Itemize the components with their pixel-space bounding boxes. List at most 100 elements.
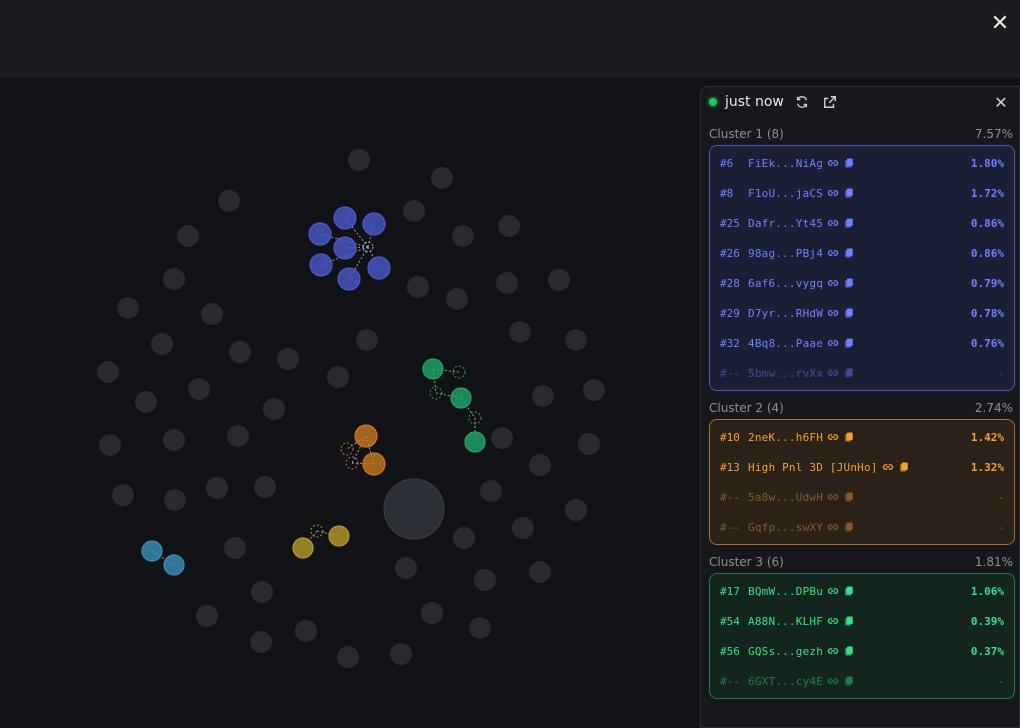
holder-bubble[interactable] xyxy=(512,517,534,539)
holder-bubble[interactable] xyxy=(163,268,185,290)
holder-bubble[interactable] xyxy=(99,434,121,456)
cluster-header[interactable]: Cluster 2 (4) 2.74% xyxy=(709,397,1015,419)
holder-bubble[interactable] xyxy=(251,581,273,603)
link-icon[interactable] xyxy=(827,431,839,443)
holder-bubble[interactable] xyxy=(163,429,185,451)
close-icon[interactable]: ✕ xyxy=(986,10,1014,38)
holder-row[interactable]: #26 98ag...PBj4 0.86% xyxy=(710,238,1014,268)
bubble-map[interactable] xyxy=(0,78,700,728)
holder-row[interactable]: #54 A88N...KLHF 0.39% xyxy=(710,606,1014,636)
holder-bubble[interactable] xyxy=(295,620,317,642)
copy-icon[interactable] xyxy=(843,675,855,687)
holder-address[interactable]: FiEk...NiAg xyxy=(748,157,823,170)
holder-bubble[interactable] xyxy=(431,167,453,189)
holder-bubble[interactable] xyxy=(135,391,157,413)
holder-row[interactable]: #10 2neK...h6FH 1.42% xyxy=(710,422,1014,452)
holder-bubble[interactable] xyxy=(403,200,425,222)
holder-address[interactable]: 5bmw...rvXx xyxy=(748,367,823,380)
holder-bubble[interactable] xyxy=(498,215,520,237)
holder-address[interactable]: GQSs...gezh xyxy=(748,645,823,658)
cluster-bubble[interactable] xyxy=(163,554,185,576)
cluster-bubble[interactable] xyxy=(464,431,486,453)
link-icon[interactable] xyxy=(827,337,839,349)
copy-icon[interactable] xyxy=(843,521,855,533)
holder-bubble[interactable] xyxy=(201,303,223,325)
holder-bubble[interactable] xyxy=(263,398,285,420)
holder-row[interactable]: #32 4Bq8...Paae 0.76% xyxy=(710,328,1014,358)
holder-bubble[interactable] xyxy=(383,478,445,540)
holder-address[interactable]: High Pnl 3D [JUnHo] xyxy=(748,461,878,474)
link-icon[interactable] xyxy=(882,461,894,473)
holder-row[interactable]: #-- 5a8w...UdwH - xyxy=(710,482,1014,512)
copy-icon[interactable] xyxy=(843,585,855,597)
holder-bubble[interactable] xyxy=(496,272,518,294)
holder-address[interactable]: 5a8w...UdwH xyxy=(748,491,823,504)
cluster-bubble[interactable] xyxy=(362,212,386,236)
holder-bubble[interactable] xyxy=(453,527,475,549)
holder-bubble[interactable] xyxy=(565,329,587,351)
cluster-bubble[interactable] xyxy=(333,236,357,260)
holder-bubble[interactable] xyxy=(254,476,276,498)
holder-address[interactable]: F1oU...jaCS xyxy=(748,187,823,200)
holder-bubble[interactable] xyxy=(177,225,199,247)
holder-row[interactable]: #-- 5bmw...rvXx - xyxy=(710,358,1014,388)
holder-bubble[interactable] xyxy=(348,149,370,171)
holder-bubble[interactable] xyxy=(390,643,412,665)
link-icon[interactable] xyxy=(827,491,839,503)
holder-row[interactable]: #6 FiEk...NiAg 1.80% xyxy=(710,148,1014,178)
cluster-header[interactable]: Cluster 3 (6) 1.81% xyxy=(709,551,1015,573)
holder-bubble[interactable] xyxy=(548,269,570,291)
holder-bubble[interactable] xyxy=(578,433,600,455)
cluster-bubble[interactable] xyxy=(292,537,314,559)
link-icon[interactable] xyxy=(827,277,839,289)
cluster-bubble[interactable] xyxy=(309,253,333,277)
copy-icon[interactable] xyxy=(843,337,855,349)
holder-bubble[interactable] xyxy=(206,477,228,499)
link-icon[interactable] xyxy=(827,307,839,319)
copy-icon[interactable] xyxy=(843,217,855,229)
link-icon[interactable] xyxy=(827,585,839,597)
cluster-bubble[interactable] xyxy=(354,424,378,448)
link-icon[interactable] xyxy=(827,247,839,259)
cluster-bubble[interactable] xyxy=(308,222,332,246)
copy-icon[interactable] xyxy=(843,307,855,319)
holder-bubble[interactable] xyxy=(250,631,272,653)
holder-bubble[interactable] xyxy=(565,499,587,521)
holder-bubble[interactable] xyxy=(407,276,429,298)
holder-bubble[interactable] xyxy=(224,537,246,559)
holder-bubble[interactable] xyxy=(164,489,186,511)
holder-bubble[interactable] xyxy=(151,333,173,355)
cluster-header[interactable]: Cluster 1 (8) 7.57% xyxy=(709,123,1015,145)
holder-address[interactable]: BQmW...DPBu xyxy=(748,585,823,598)
holder-row[interactable]: #56 GQSs...gezh 0.37% xyxy=(710,636,1014,666)
holder-row[interactable]: #17 BQmW...DPBu 1.06% xyxy=(710,576,1014,606)
holder-address[interactable]: 6af6...vygq xyxy=(748,277,823,290)
holder-bubble[interactable] xyxy=(509,321,531,343)
cluster-bubble[interactable] xyxy=(337,267,361,291)
copy-icon[interactable] xyxy=(843,157,855,169)
link-icon[interactable] xyxy=(827,217,839,229)
cluster-bubble[interactable] xyxy=(328,525,350,547)
close-icon[interactable]: ✕ xyxy=(991,93,1011,112)
link-icon[interactable] xyxy=(827,615,839,627)
holder-bubble[interactable] xyxy=(469,617,491,639)
link-icon[interactable] xyxy=(827,157,839,169)
cluster-bubble[interactable] xyxy=(450,387,472,409)
copy-icon[interactable] xyxy=(843,431,855,443)
link-icon[interactable] xyxy=(827,521,839,533)
holder-address[interactable]: 2neK...h6FH xyxy=(748,431,823,444)
cluster-bubble[interactable] xyxy=(141,540,163,562)
cluster-bubble[interactable] xyxy=(367,256,391,280)
holder-bubble[interactable] xyxy=(529,454,551,476)
holder-bubble[interactable] xyxy=(491,427,513,449)
holder-bubble[interactable] xyxy=(480,480,502,502)
external-link-icon[interactable] xyxy=(820,92,840,112)
holder-bubble[interactable] xyxy=(327,366,349,388)
holder-bubble[interactable] xyxy=(583,379,605,401)
holder-bubble[interactable] xyxy=(196,605,218,627)
holder-bubble[interactable] xyxy=(421,602,443,624)
holder-address[interactable]: Gqfp...swXY xyxy=(748,521,823,534)
holder-bubble[interactable] xyxy=(117,297,139,319)
holder-bubble[interactable] xyxy=(474,569,496,591)
holder-bubble[interactable] xyxy=(532,385,554,407)
